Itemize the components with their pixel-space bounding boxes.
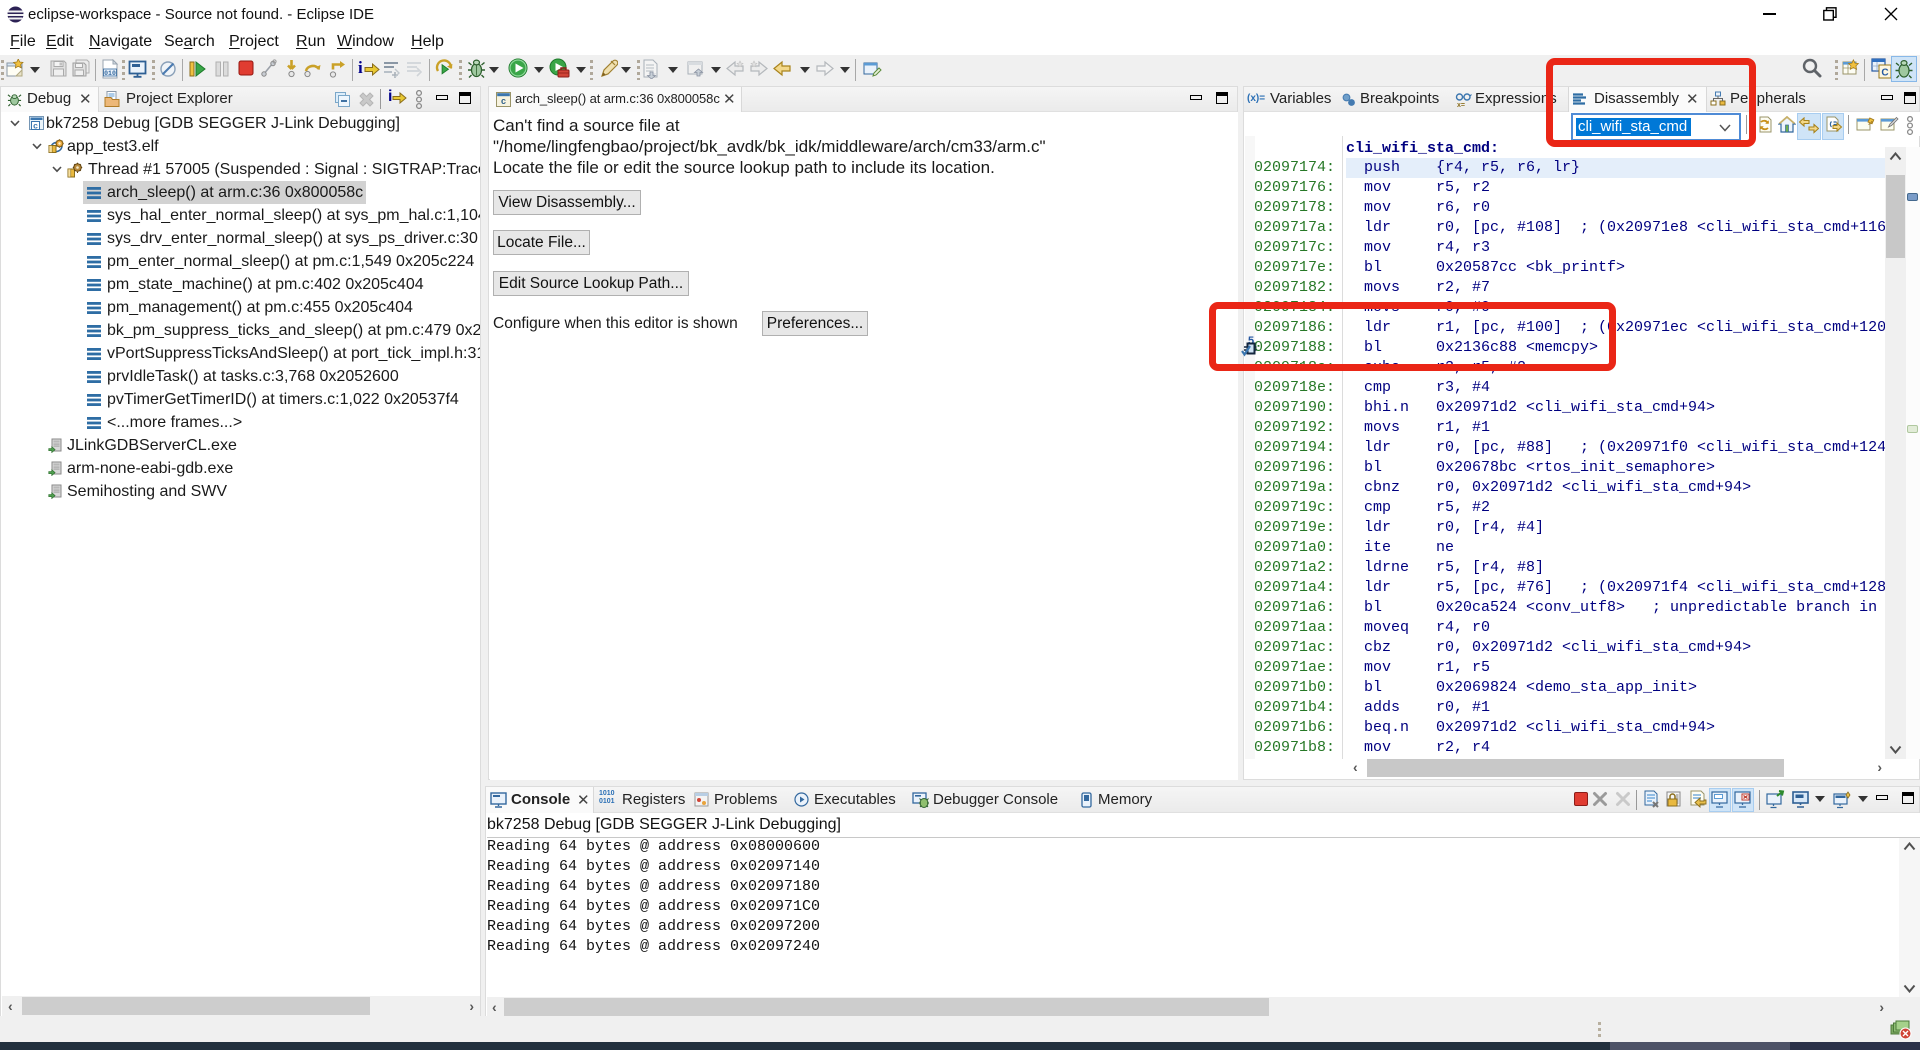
svg-text:c: c: [501, 96, 506, 106]
svg-text:010: 010: [104, 70, 116, 77]
svg-text:x=: x=: [1457, 102, 1465, 108]
svg-text:c: c: [33, 120, 38, 130]
svg-text:C: C: [1881, 68, 1888, 79]
